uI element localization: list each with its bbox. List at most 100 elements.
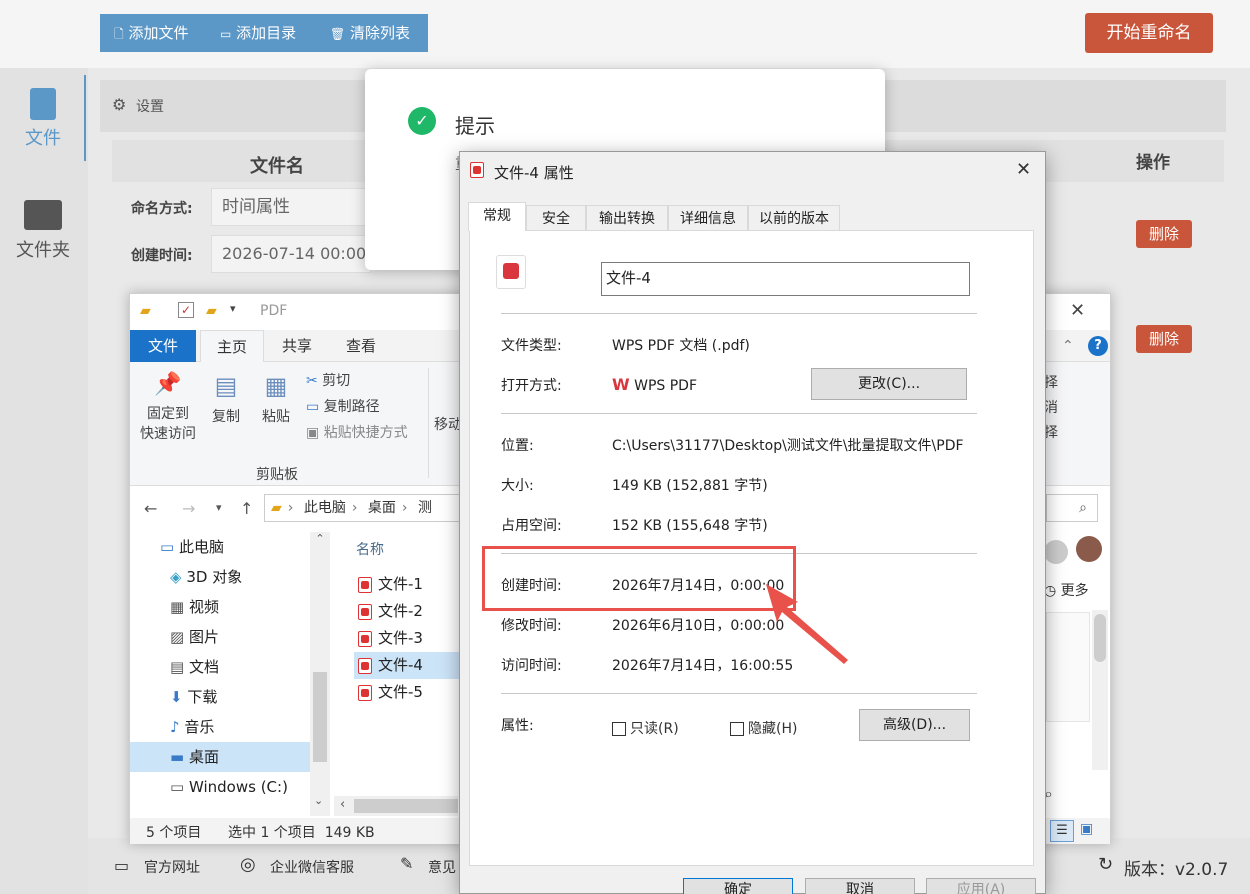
scrollbar-thumb[interactable] — [313, 672, 327, 762]
search-icon[interactable]: ⌕ — [1046, 494, 1098, 522]
folder-icon: ▰ — [271, 500, 282, 516]
tab-view[interactable]: 查看 — [334, 330, 388, 362]
file-item[interactable]: 文件-1 — [354, 571, 464, 598]
tab-previous-versions[interactable]: 以前的版本 — [748, 205, 840, 231]
tab-details[interactable]: 详细信息 — [668, 205, 748, 231]
pdf-icon — [358, 657, 372, 674]
check-icon: ✓ — [408, 107, 436, 135]
tab-general[interactable]: 常规 — [468, 202, 526, 231]
clear-list-label: 清除列表 — [350, 24, 411, 42]
website-icon: ▭ — [114, 856, 130, 875]
cancel-button[interactable]: 取消 — [805, 878, 915, 894]
delete-button[interactable]: 删除 — [1136, 325, 1192, 353]
tab-home[interactable]: 主页 — [200, 330, 264, 362]
breadcrumb-item[interactable]: 测 — [418, 500, 432, 516]
nav-pictures[interactable]: ▨ 图片 — [130, 622, 310, 652]
wecom-link[interactable]: 企业微信客服 — [270, 857, 354, 877]
paste-shortcut-button[interactable]: ▣ 粘贴快捷方式 — [306, 422, 408, 442]
invert-selection-button[interactable]: 择 — [1044, 422, 1058, 442]
chevron-down-icon: ⌄ — [314, 794, 324, 807]
nav-desktop[interactable]: ▬ 桌面 — [130, 742, 310, 772]
delete-button[interactable]: 删除 — [1136, 220, 1192, 248]
close-icon[interactable]: ✕ — [1016, 159, 1031, 180]
back-icon[interactable]: ← — [144, 499, 157, 518]
nav-windows-c[interactable]: ▭ Windows (C:) — [130, 772, 310, 802]
website-link[interactable]: 官方网址 — [144, 857, 200, 877]
chevron-right-icon: › — [351, 500, 358, 516]
add-file-button[interactable]: 🗋 添加文件 — [114, 14, 188, 52]
feedback-link[interactable]: 意见 — [428, 857, 456, 877]
recent-locations-icon[interactable]: ▾ — [216, 501, 222, 514]
start-rename-button[interactable]: 开始重命名 — [1085, 13, 1213, 53]
move-to-button[interactable]: 移动 — [434, 414, 462, 434]
details-view-icon[interactable]: ☰ — [1050, 820, 1074, 842]
advanced-button[interactable]: 高级(D)... — [859, 709, 970, 741]
readonly-checkbox[interactable]: 只读(R) — [612, 718, 679, 738]
large-icons-view-icon[interactable]: ▣ — [1080, 821, 1093, 837]
nav-downloads[interactable]: ⬇ 下载 — [130, 682, 310, 712]
change-button[interactable]: 更改(C)... — [811, 368, 967, 400]
scrollbar-thumb[interactable] — [354, 799, 458, 813]
close-icon[interactable]: ✕ — [1070, 300, 1085, 321]
breadcrumb-item[interactable]: 此电脑 — [304, 500, 346, 516]
nav-scrollbar[interactable]: ⌃ ⌄ — [310, 532, 330, 816]
address-bar[interactable]: ▰ › 此电脑 › 桌面 › 测 — [264, 494, 474, 522]
nav-3d-objects[interactable]: ◈ 3D 对象 — [130, 562, 310, 592]
readonly-label: 只读(R) — [630, 721, 679, 737]
help-icon[interactable]: ? — [1088, 336, 1108, 356]
pin-quick-access-button[interactable]: 📌 固定到 快速访问 — [138, 372, 198, 452]
up-icon[interactable]: ↑ — [240, 499, 253, 518]
customize-dropdown-icon[interactable]: ▾ — [230, 302, 236, 315]
tab-file[interactable]: 文件 — [130, 330, 196, 362]
cut-button[interactable]: ✂ 剪切 — [306, 370, 350, 390]
pin-label: 固定到 — [147, 406, 189, 422]
copy-path-button[interactable]: ▭ 复制路径 — [306, 396, 380, 416]
explorer-title: PDF — [260, 303, 288, 319]
sidebar-item-folder[interactable]: 文件夹 — [0, 196, 86, 276]
filename-input[interactable]: 文件-4 — [601, 262, 970, 296]
settings-label: 设置 — [136, 99, 164, 115]
nav-videos[interactable]: ▦ 视频 — [130, 592, 310, 622]
file-item[interactable]: 文件-3 — [354, 625, 464, 652]
select-none-button[interactable]: 消 — [1044, 397, 1058, 417]
new-folder-icon[interactable]: ▰ — [206, 303, 217, 319]
properties-icon[interactable]: ✓ — [178, 302, 194, 318]
add-dir-button[interactable]: ▭ 添加目录 — [220, 14, 296, 52]
nav-this-pc[interactable]: ▭ 此电脑 — [130, 532, 310, 562]
forward-icon[interactable]: → — [182, 499, 195, 518]
created-time-input[interactable]: 2026-07-14 00:00 — [211, 235, 371, 273]
preview-scrollbar[interactable] — [1092, 610, 1108, 770]
column-filename: 文件名 — [250, 156, 304, 177]
tab-share[interactable]: 共享 — [270, 330, 324, 362]
nav-documents[interactable]: ▤ 文档 — [130, 652, 310, 682]
ok-button[interactable]: 确定 — [683, 878, 793, 894]
paste-button[interactable]: ▦ 粘贴 — [258, 372, 294, 426]
select-all-button[interactable]: 择 — [1044, 372, 1058, 392]
more-button[interactable]: ◷ 更多 — [1044, 580, 1089, 600]
collapse-ribbon-icon[interactable]: ⌃ — [1062, 338, 1074, 354]
hidden-label: 隐藏(H) — [748, 721, 798, 737]
column-name-header[interactable]: 名称 — [356, 539, 384, 559]
sidebar-item-file[interactable]: 文件 — [0, 84, 86, 164]
file-item[interactable]: 文件-5 — [354, 679, 464, 706]
scrollbar-thumb[interactable] — [1094, 614, 1106, 662]
gear-icon: ⚙ — [112, 95, 127, 114]
tab-output-convert[interactable]: 输出转换 — [586, 205, 668, 231]
breadcrumb-item[interactable]: 桌面 — [368, 500, 396, 516]
file-type-value: WPS PDF 文档 (.pdf) — [612, 338, 750, 354]
copy-button[interactable]: ▤ 复制 — [208, 372, 244, 426]
horizontal-scrollbar[interactable]: ‹ — [334, 796, 458, 816]
computer-icon: ▭ — [160, 538, 175, 556]
file-icon — [30, 88, 56, 120]
apply-button[interactable]: 应用(A) — [926, 878, 1036, 894]
shortcut-icon: ▣ — [306, 425, 320, 441]
tab-security[interactable]: 安全 — [526, 205, 586, 231]
hidden-checkbox[interactable]: 隐藏(H) — [730, 718, 797, 738]
naming-method-select[interactable]: 时间属性 — [211, 188, 371, 226]
pin-icon: 📌 — [154, 372, 182, 397]
clear-list-button[interactable]: 🗑 清除列表 — [330, 14, 410, 52]
file-item-selected[interactable]: 文件-4 — [354, 652, 464, 679]
nav-music[interactable]: ♪ 音乐 — [130, 712, 310, 742]
file-item[interactable]: 文件-2 — [354, 598, 464, 625]
created-time-label: 创建时间: — [131, 248, 193, 264]
